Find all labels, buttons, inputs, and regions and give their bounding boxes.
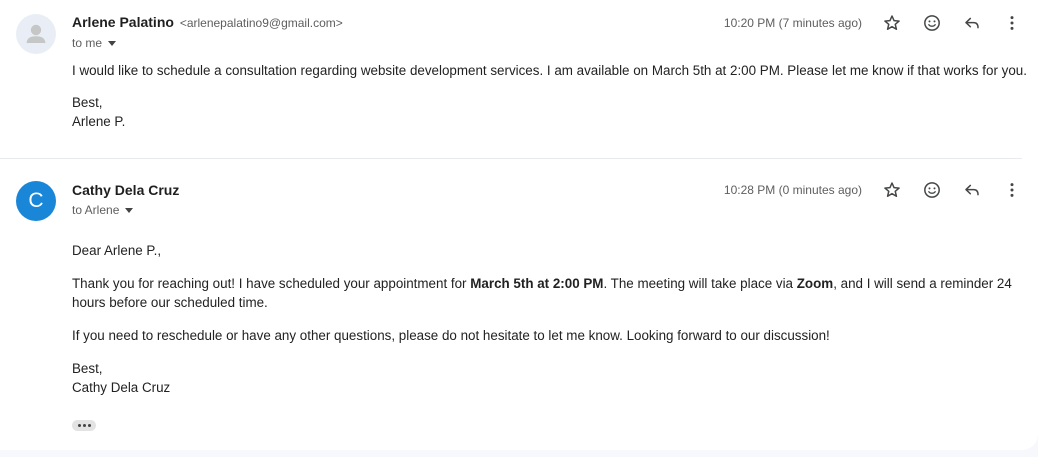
reply-icon	[965, 17, 979, 29]
more-vert-icon	[1010, 16, 1014, 30]
add-reaction-button[interactable]	[918, 9, 946, 37]
sender-name[interactable]: Cathy Dela Cruz	[72, 182, 179, 198]
chevron-down-icon	[108, 41, 117, 46]
recipient-details-toggle[interactable]: to me	[72, 36, 117, 50]
add-reaction-button[interactable]	[918, 176, 946, 204]
meeting-platform: Zoom	[796, 276, 834, 291]
star-button[interactable]	[878, 9, 906, 37]
reply-button[interactable]	[958, 9, 986, 37]
recipient-label: to me	[72, 36, 103, 50]
ellipsis-icon	[82, 424, 86, 427]
text-run: Thank you for reaching out! I have sched…	[72, 276, 471, 291]
person-icon	[26, 24, 46, 43]
sender-email: <arlenepalatino9@gmail.com>	[179, 16, 343, 30]
message-divider	[0, 158, 1022, 159]
signoff: Best,	[72, 361, 103, 376]
reply-icon	[965, 184, 979, 196]
text-run: . The meeting will take place via	[603, 276, 797, 291]
ellipsis-icon	[87, 424, 91, 427]
message-timestamp: 10:28 PM (0 minutes ago)	[723, 183, 862, 197]
emoji-reaction-icon	[924, 182, 940, 198]
emoji-reaction-icon	[924, 15, 940, 31]
reply-button[interactable]	[958, 176, 986, 204]
chevron-down-icon	[125, 208, 134, 213]
recipient-label: to Arlene	[72, 203, 120, 217]
message-body: I would like to schedule a consultation …	[72, 61, 1028, 131]
signoff: Best,	[72, 95, 103, 110]
appointment-datetime: March 5th at 2:00 PM	[470, 276, 604, 291]
message-timestamp: 10:20 PM (7 minutes ago)	[723, 16, 862, 30]
avatar-letter: C	[28, 189, 44, 212]
sender-name[interactable]: Arlene Palatino	[72, 14, 174, 30]
recipient-details-toggle[interactable]: to Arlene	[72, 203, 134, 217]
body-paragraph: If you need to reschedule or have any ot…	[72, 328, 830, 343]
more-options-button[interactable]	[998, 176, 1026, 204]
sender-avatar[interactable]: C	[16, 181, 56, 221]
star-icon	[884, 15, 900, 30]
email-message: Arlene Palatino <arlenepalatino9@gmail.c…	[0, 0, 1038, 158]
sender-info: Cathy Dela Cruz	[72, 182, 179, 198]
body-paragraph: Thank you for reaching out! I have sched…	[72, 274, 1028, 312]
ellipsis-icon	[77, 424, 81, 427]
show-trimmed-content-button[interactable]	[72, 420, 96, 431]
sender-info: Arlene Palatino <arlenepalatino9@gmail.c…	[72, 14, 343, 30]
signature: Cathy Dela Cruz	[72, 380, 171, 395]
more-vert-icon	[1010, 183, 1014, 197]
signature: Arlene P.	[72, 114, 126, 129]
message-body: Dear Arlene P., Thank you for reaching o…	[72, 241, 1028, 397]
body-paragraph: I would like to schedule a consultation …	[72, 63, 1027, 78]
email-thread: Arlene Palatino <arlenepalatino9@gmail.c…	[0, 0, 1038, 450]
star-button[interactable]	[878, 176, 906, 204]
more-options-button[interactable]	[998, 9, 1026, 37]
greeting: Dear Arlene P.,	[72, 243, 162, 258]
star-icon	[884, 182, 900, 197]
sender-avatar[interactable]	[16, 14, 56, 54]
